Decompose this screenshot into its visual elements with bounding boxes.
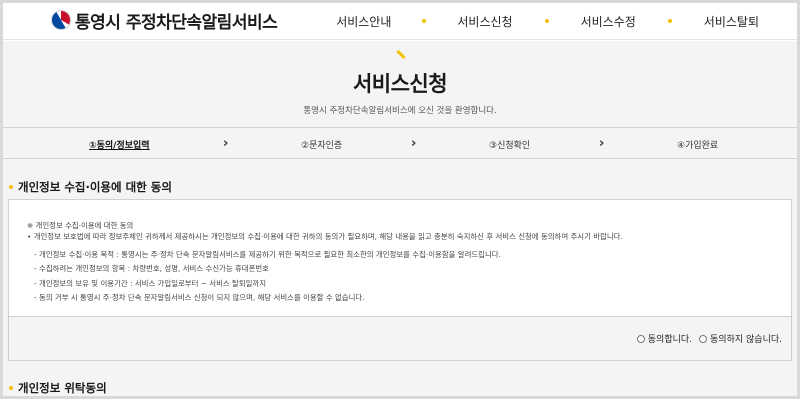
notice-item-refusal: - 동의 거부 시 통영시 주·정차 단속 문자알림서비스 신청이 되지 않으며… — [34, 293, 365, 303]
disagree-radio[interactable] — [699, 334, 708, 343]
notice-title: ※ 개인정보 수집·이용에 대한 동의 — [27, 221, 134, 230]
step-indicator: ①동의/정보입력 › ②문자인증 › ③신청확인 › ④가입완료 — [3, 127, 797, 159]
nav-service-withdraw[interactable]: 서비스탈퇴 — [704, 13, 759, 30]
main-nav: 서비스안내 서비스신청 서비스수정 서비스탈퇴 — [336, 10, 759, 32]
notice-intro: • 개인정보 보호법에 따라 정보주체인 귀하께서 제공하시는 개인정보의 수집… — [27, 232, 623, 242]
nav-separator-dot — [544, 19, 549, 23]
step-confirm: ③신청확인 — [489, 141, 531, 151]
bullet-dot-icon — [9, 386, 13, 390]
chevron-right-icon: › — [599, 136, 605, 151]
consent-terms-box: ※ 개인정보 수집·이용에 대한 동의 • 개인정보 보호법에 따라 정보주체인… — [8, 199, 792, 317]
section-title-text: 개인정보 수집·이용에 대한 동의 — [18, 180, 172, 194]
nav-service-modify[interactable]: 서비스수정 — [581, 13, 636, 30]
page-subtitle: 통영시 주정차단속알림서비스에 오신 것을 환영합니다. — [303, 106, 497, 116]
notice-item-retention: - 개인정보의 보유 및 이용기간 : 서비스 가입일로부터 ~ 서비스 탈퇴일… — [34, 278, 267, 288]
consent-radio-group: 동의합니다. 동의하지 않습니다. — [636, 332, 782, 345]
chevron-right-icon: › — [223, 136, 229, 151]
bullet-dot-icon — [9, 185, 13, 189]
section-title-outsourcing: 개인정보 위탁동의 — [9, 380, 107, 396]
nav-separator-dot — [667, 19, 672, 23]
section-title-text: 개인정보 위탁동의 — [18, 381, 107, 395]
main-content: 서비스신청 통영시 주정차단속알림서비스에 오신 것을 환영합니다. ①동의/정… — [3, 41, 797, 396]
disagree-radio-label[interactable]: 동의하지 않습니다. — [710, 332, 782, 345]
consent-choice-row: 동의합니다. 동의하지 않습니다. — [8, 317, 792, 361]
section-title-consent: 개인정보 수집·이용에 대한 동의 — [9, 179, 172, 195]
taegeuk-logo-icon — [51, 10, 71, 30]
step-sms-auth: ②문자인증 — [301, 141, 343, 151]
notice-item-fields: - 수집하려는 개인정보의 항목 : 차량번호, 성명, 서비스 수신가능 휴대… — [34, 264, 269, 274]
agree-radio[interactable] — [636, 334, 645, 343]
nav-separator-dot — [422, 19, 427, 23]
nav-service-apply[interactable]: 서비스신청 — [457, 13, 512, 30]
page-title: 서비스신청 — [352, 72, 448, 96]
site-header: 통영시 주정차단속알림서비스 서비스안내 서비스신청 서비스수정 서비스탈퇴 — [3, 3, 797, 40]
notice-item-purpose: - 개인정보 수집·이용 목적 : 통영시는 주·정차 단속 문자알림서비스를 … — [34, 249, 501, 259]
step-agree-info: ①동의/정보입력 — [89, 141, 150, 151]
nav-service-guide[interactable]: 서비스안내 — [336, 13, 391, 30]
site-logo[interactable]: 통영시 주정차단속알림서비스 — [51, 6, 278, 34]
site-logo-text: 통영시 주정차단속알림서비스 — [75, 12, 278, 33]
chevron-right-icon: › — [411, 136, 417, 151]
step-complete: ④가입완료 — [677, 141, 719, 151]
title-accent-mark — [396, 49, 406, 60]
agree-radio-label[interactable]: 동의합니다. — [648, 332, 692, 345]
